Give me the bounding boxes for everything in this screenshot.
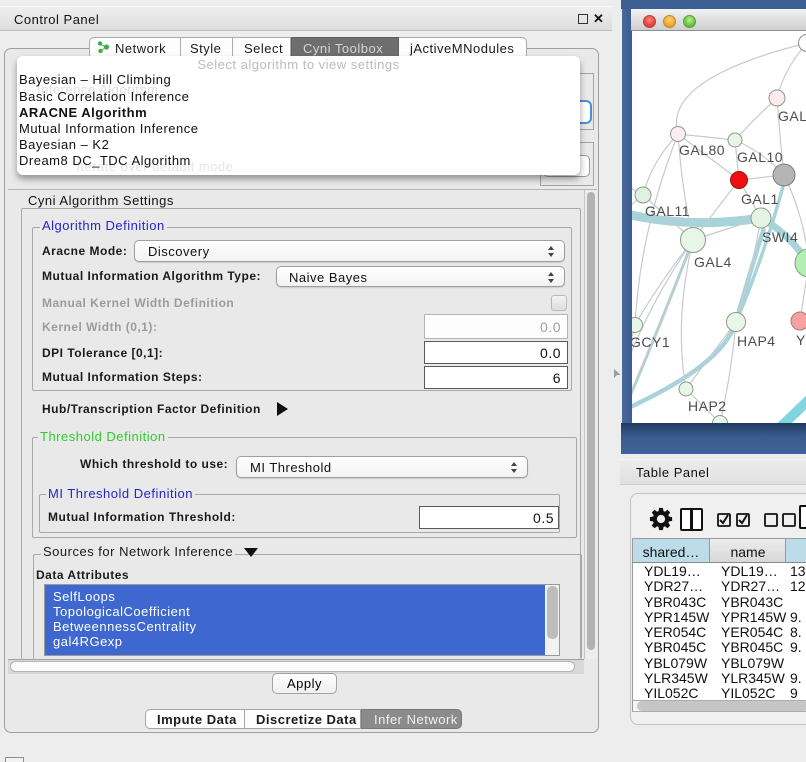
svg-text:GAL7: GAL7 — [778, 108, 806, 124]
svg-text:GAL10: GAL10 — [737, 149, 783, 165]
svg-text:Y: Y — [796, 332, 806, 348]
svg-text:SWI4: SWI4 — [762, 229, 798, 245]
svg-text:HAP4: HAP4 — [737, 333, 776, 349]
svg-text:GAL11: GAL11 — [645, 203, 690, 219]
svg-text:GAL80: GAL80 — [679, 142, 725, 158]
svg-text:GAL1: GAL1 — [741, 191, 779, 207]
svg-text:GAL4: GAL4 — [694, 254, 732, 270]
svg-text:GCY1: GCY1 — [632, 334, 670, 350]
svg-text:HAP2: HAP2 — [688, 398, 727, 414]
